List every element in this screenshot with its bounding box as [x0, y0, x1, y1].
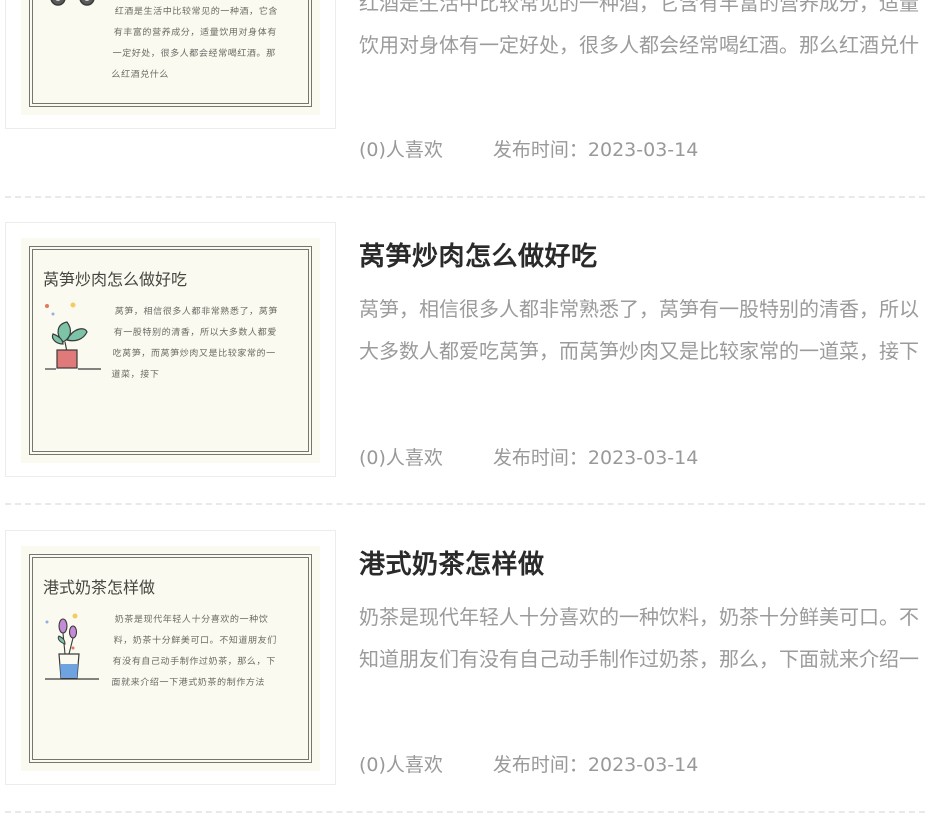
article-description: 莴笋，相信很多人都非常熟悉了，莴笋有一股特别的清香，所以大多数人都爱吃莴笋，而莴…: [359, 297, 919, 363]
article-item[interactable]: 莴笋炒肉怎么做好吃 莴笋，相信很多人都非常熟悉了，莴笋有一股特别的清香，所以大多…: [0, 222, 925, 522]
article-description: 奶茶是现代年轻人十分喜欢的一种饮料，奶茶十分鲜美可口。不知道朋友们有没有自己动手…: [359, 605, 919, 671]
article-meta: (0)人喜欢 发布时间：2023-03-14: [359, 750, 698, 777]
article-item[interactable]: 港式奶茶怎样做 奶茶是现代年轻人十分喜欢的一种饮料，奶茶十分鲜美可口。不知道朋友…: [0, 530, 925, 830]
article-thumbnail[interactable]: 红酒是生活中比较常见的一种酒，它含有丰富的营养成分，适量饮用对身体有一定好处，很…: [5, 0, 336, 129]
flower-vase-icon: [43, 608, 101, 686]
article-meta: (0)人喜欢 发布时间：2023-03-14: [359, 443, 698, 470]
publish-time: 发布时间：2023-03-14: [492, 754, 699, 776]
article-title[interactable]: 港式奶茶怎样做: [359, 544, 545, 581]
thumbnail-title: 港式奶茶怎样做: [43, 578, 156, 597]
article-meta: (0)人喜欢 发布时间：2023-03-14: [359, 135, 698, 162]
like-count[interactable]: (0)人喜欢: [359, 447, 443, 469]
thumbnail-text: 奶茶是现代年轻人十分喜欢的一种饮料，奶茶十分鲜美可口。不知道朋友们有没有自己动手…: [111, 615, 278, 688]
potted-plant-icon: [43, 300, 101, 378]
like-count[interactable]: (0)人喜欢: [359, 139, 443, 161]
divider: [5, 503, 925, 505]
thumbnail-paper: 莴笋炒肉怎么做好吃 莴笋，相信很多人都非常熟悉了，莴笋有一股特别的清香，所以大多…: [21, 238, 320, 463]
article-thumbnail[interactable]: 莴笋炒肉怎么做好吃 莴笋，相信很多人都非常熟悉了，莴笋有一股特别的清香，所以大多…: [5, 222, 336, 477]
article-item[interactable]: 红酒是生活中比较常见的一种酒，它含有丰富的营养成分，适量饮用对身体有一定好处，很…: [0, 0, 925, 174]
thumbnail-paper: 红酒是生活中比较常见的一种酒，它含有丰富的营养成分，适量饮用对身体有一定好处，很…: [21, 0, 320, 115]
publish-time: 发布时间：2023-03-14: [492, 139, 699, 161]
article-description: 红酒是生活中比较常见的一种酒，它含有丰富的营养成分，适量饮用对身体有一定好处，很…: [359, 0, 919, 57]
thumbnail-title: 莴笋炒肉怎么做好吃: [43, 270, 188, 289]
thumbnail-text: 红酒是生活中比较常见的一种酒，它含有丰富的营养成分，适量饮用对身体有一定好处，很…: [111, 7, 279, 80]
divider: [5, 811, 925, 813]
jeep-icon: [43, 0, 101, 40]
like-count[interactable]: (0)人喜欢: [359, 754, 443, 776]
article-thumbnail[interactable]: 港式奶茶怎样做 奶茶是现代年轻人十分喜欢的一种饮料，奶茶十分鲜美可口。不知道朋友…: [5, 530, 336, 785]
thumbnail-text: 莴笋，相信很多人都非常熟悉了，莴笋有一股特别的清香，所以大多数人都爱吃莴笋，而莴…: [111, 307, 279, 380]
article-title[interactable]: 莴笋炒肉怎么做好吃: [359, 236, 598, 273]
divider: [5, 196, 925, 198]
thumbnail-paper: 港式奶茶怎样做 奶茶是现代年轻人十分喜欢的一种饮料，奶茶十分鲜美可口。不知道朋友…: [21, 546, 320, 771]
publish-time: 发布时间：2023-03-14: [492, 447, 699, 469]
